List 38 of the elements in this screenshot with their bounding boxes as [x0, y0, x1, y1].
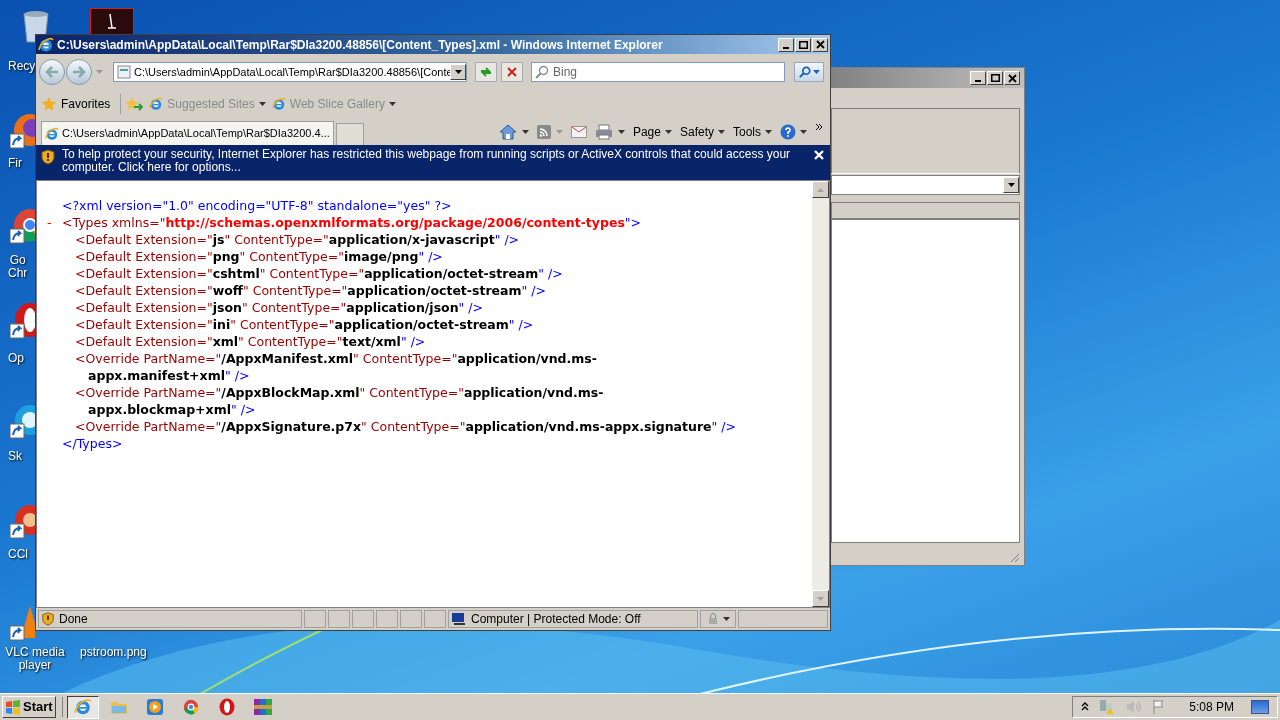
- status-text: Done: [59, 611, 88, 628]
- xml-line: <?xml version="1.0" encoding="UTF-8" standalone="yes" ?>: [62, 197, 452, 216]
- favorites-link[interactable]: Favorites: [61, 95, 111, 113]
- search-field[interactable]: Bing: [531, 62, 785, 82]
- desktop-icon-label[interactable]: CCl: [8, 548, 28, 561]
- information-bar[interactable]: To help protect your security, Internet Explorer has restricted this webpage from running scripts or ActiveX controls that could access your computer. Click here for options...: [36, 145, 830, 180]
- xml-line: appx.blockmap+xml" />: [87, 401, 256, 420]
- xml-line: <Default Extension="cshtml" ContentType="application/octet-stream" />: [74, 265, 563, 284]
- command-menu-button[interactable]: Safety: [679, 122, 725, 141]
- xml-line: <Override PartName="/AppxBlockMap.xml" ContentType="application/vnd.ms-: [74, 384, 604, 403]
- address-field[interactable]: C:\Users\admin\AppData\Local\Temp\Rar$DIa3200.48856\[Conte: [113, 62, 467, 82]
- xml-line: <Default Extension="js" ContentType="application/x-javascript" />: [74, 231, 520, 250]
- command-menu-button[interactable]: Page: [632, 122, 672, 141]
- xml-line: <Default Extension="json" ContentType="application/json" />: [74, 299, 483, 318]
- xml-line: <Default Extension="png" ContentType="image/png" />: [74, 248, 443, 267]
- xml-line: <Default Extension="xml" ContentType="text/xml" />: [74, 333, 426, 352]
- browser-tab[interactable]: C:\Users\admin\AppData\Local\Temp\Rar$DIa3200.4...: [41, 121, 334, 145]
- collapse-toggle[interactable]: -: [47, 215, 52, 231]
- xml-line: appx.manifest+xml" />: [87, 367, 250, 386]
- security-zone-text: Computer | Protected Mode: Off: [471, 611, 641, 628]
- xml-line: <Override PartName="/AppxManifest.xml" ContentType="application/vnd.ms-: [74, 350, 597, 369]
- xml-line: </Types>: [62, 435, 123, 454]
- information-message: To help protect your security, Internet Explorer has restricted this webpage from running scripts or ActiveX controls that could access your computer. Click here for options...: [62, 148, 792, 174]
- desktop-icon-label[interactable]: pstroom.png: [80, 646, 147, 659]
- xml-line: <Default Extension="woff" ContentType="application/octet-stream" />: [74, 282, 546, 301]
- desktop-icon-label[interactable]: VLC media player: [4, 646, 66, 672]
- desktop-icon-label[interactable]: Recy: [8, 60, 36, 73]
- clock[interactable]: 5:08 PM: [1189, 698, 1234, 716]
- desktop-icon-label[interactable]: Op: [8, 352, 24, 365]
- start-button[interactable]: Start: [2, 696, 56, 718]
- desktop-icon-label[interactable]: Fir: [8, 157, 22, 170]
- desktop-icon-label[interactable]: Go Chr: [8, 254, 28, 280]
- xml-line: <Override PartName="/AppxSignature.p7x" ContentType="application/vnd.ms-appx.signature" />: [74, 418, 736, 437]
- xml-line: <Types xmlns="http://schemas.openxmlformats.org/package/2006/content-types">: [62, 214, 642, 233]
- command-menu-button[interactable]: Tools: [733, 122, 772, 141]
- desktop-icon-label[interactable]: Sk: [8, 450, 22, 463]
- window-title: C:\Users\admin\AppData\Local\Temp\Rar$DIa3200.48856\[Content_Types].xml - Windows Internet Explorer: [57, 36, 664, 54]
- xml-line: <Default Extension="ini" ContentType="application/octet-stream" />: [74, 316, 534, 335]
